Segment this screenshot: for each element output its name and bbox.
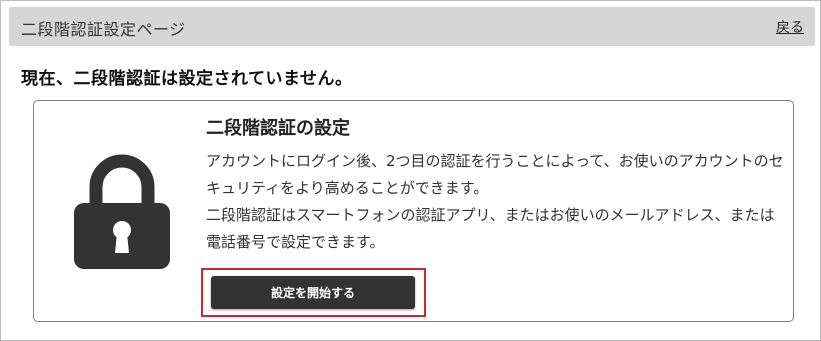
- page-title: 二段階認証設定ページ: [21, 20, 186, 39]
- page-header: 二段階認証設定ページ 戻る: [9, 7, 815, 46]
- description-paragraph: アカウントにログイン後、2つ目の認証を行うことによって、お使いのアカウントのセキ…: [206, 152, 784, 197]
- two-factor-card: 二段階認証の設定 アカウントにログイン後、2つ目の認証を行うことによって、お使い…: [33, 100, 794, 322]
- status-message: 現在、二段階認証は設定されていません。: [21, 69, 353, 89]
- page-frame: 二段階認証設定ページ 戻る 現在、二段階認証は設定されていません。 二段階認証の…: [0, 0, 821, 341]
- card-title: 二段階認証の設定: [206, 118, 350, 139]
- description-paragraph: 二段階認証はスマートフォンの認証アプリ、またはお使いのメールアドレス、または電話…: [206, 206, 775, 251]
- start-setup-button[interactable]: 設定を開始する: [211, 276, 415, 309]
- back-link[interactable]: 戻る: [776, 17, 804, 37]
- lock-icon: [74, 154, 170, 269]
- card-description: アカウントにログイン後、2つ目の認証を行うことによって、お使いのアカウントのセキ…: [206, 148, 784, 256]
